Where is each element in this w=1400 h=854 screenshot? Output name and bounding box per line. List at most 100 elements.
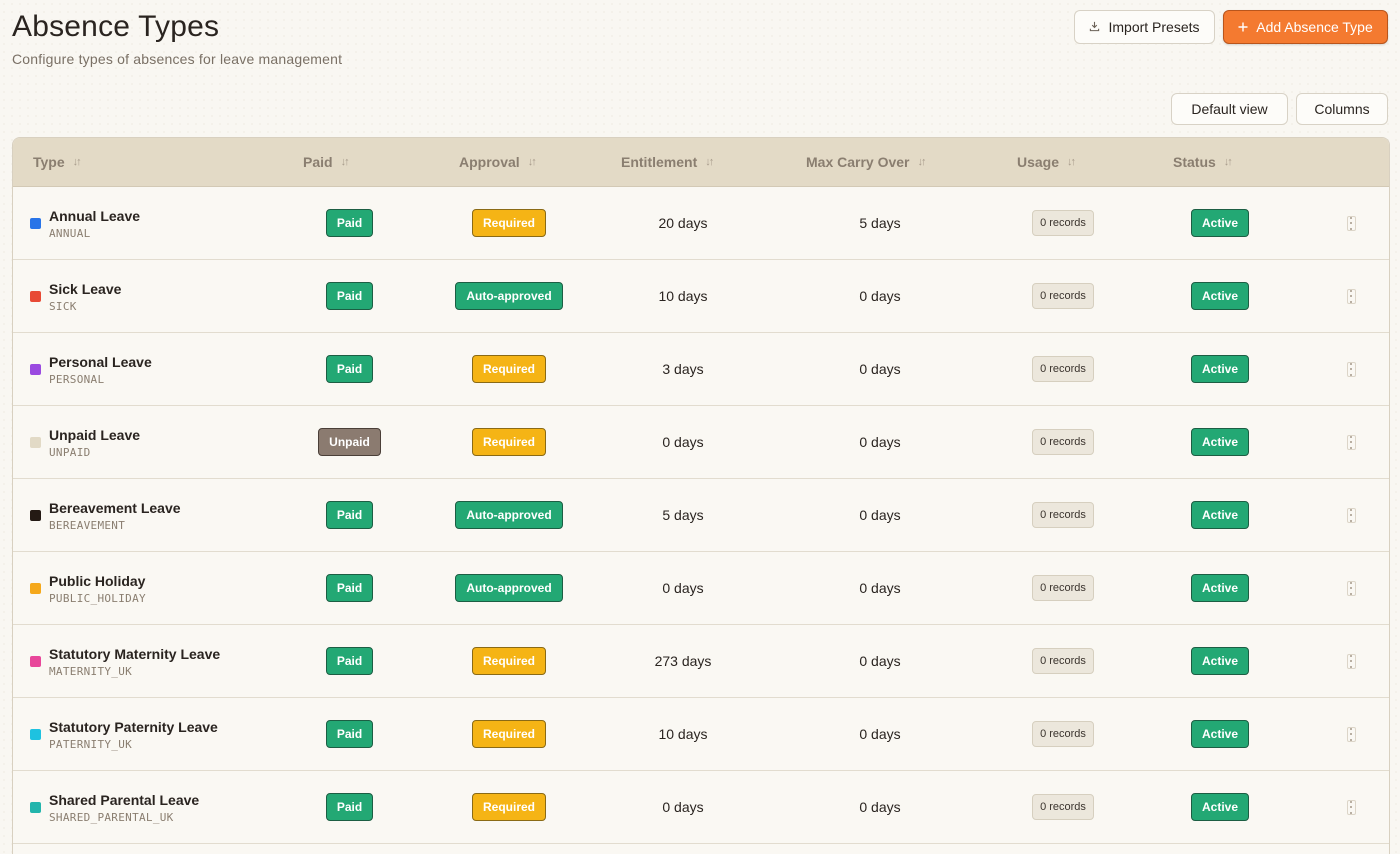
absence-type-name: Annual Leave	[49, 208, 141, 224]
table-row[interactable]: Public Holiday PUBLIC_HOLIDAY Paid Auto-app…	[13, 552, 1389, 625]
absence-type-code: MATERNITY_UK	[49, 665, 133, 678]
usage-records-badge: 0 records	[1032, 429, 1094, 455]
sort-icon: ↓↑	[1067, 156, 1076, 168]
entitlement-value: 20 days	[658, 215, 708, 231]
approval-badge: Required	[471, 793, 546, 821]
absence-type-code: SHARED_PARENTAL_UK	[49, 811, 174, 824]
entitlement-value: 0 days	[662, 580, 704, 596]
status-badge: Active	[1190, 501, 1250, 529]
more-actions-icon[interactable]	[1346, 580, 1356, 596]
more-actions-icon[interactable]	[1346, 361, 1356, 377]
entitlement-value: 0 days	[662, 799, 704, 815]
status-badge: Active	[1190, 355, 1250, 383]
column-header-status[interactable]: Status ↓↑	[1173, 138, 1233, 186]
sort-icon: ↓↑	[917, 156, 927, 168]
sort-icon: ↓↑	[705, 156, 714, 168]
page-subtitle: Configure types of absences for leave ma…	[12, 51, 343, 67]
absence-type-name: Shared Parental Leave	[49, 792, 200, 808]
more-actions-icon[interactable]	[1346, 434, 1356, 450]
more-actions-icon[interactable]	[1346, 726, 1356, 742]
color-swatch	[30, 510, 41, 521]
sort-icon: ↓↑	[527, 156, 537, 168]
usage-records-badge: 0 records	[1032, 502, 1094, 528]
table-row[interactable]: Sick Leave SICK Paid Auto-approved 10 days 0 …	[13, 260, 1389, 333]
more-actions-icon[interactable]	[1346, 215, 1356, 231]
add-absence-type-button[interactable]: Add Absence Type	[1223, 10, 1388, 44]
paid-badge: Paid	[325, 282, 374, 310]
page-title: Absence Types	[12, 10, 220, 43]
paid-badge: Unpaid	[318, 428, 381, 456]
color-swatch	[30, 218, 41, 229]
absence-type-code: SICK	[49, 300, 77, 313]
columns-button[interactable]: Columns	[1296, 93, 1388, 125]
absence-type-code: PATERNITY_UK	[49, 738, 133, 751]
usage-records-badge: 0 records	[1032, 648, 1094, 674]
column-header-max-carry-over[interactable]: Max Carry Over ↓↑	[806, 138, 927, 186]
paid-badge: Paid	[325, 793, 374, 821]
color-swatch	[30, 291, 41, 302]
column-header-paid[interactable]: Paid ↓↑	[303, 138, 350, 186]
status-badge: Active	[1190, 793, 1250, 821]
status-badge: Active	[1190, 647, 1250, 675]
entitlement-value: 10 days	[658, 726, 708, 742]
max-carry-over-value: 0 days	[859, 799, 901, 815]
column-header-label: Entitlement	[621, 154, 698, 170]
column-header-label: Status	[1173, 154, 1216, 170]
status-badge: Active	[1190, 574, 1250, 602]
column-header-entitlement[interactable]: Entitlement ↓↑	[621, 138, 714, 186]
max-carry-over-value: 0 days	[859, 726, 901, 742]
usage-records-badge: 0 records	[1032, 356, 1094, 382]
entitlement-value: 273 days	[654, 653, 712, 669]
max-carry-over-value: 0 days	[859, 580, 901, 596]
absence-type-name: Personal Leave	[49, 354, 152, 370]
table-row[interactable]: Statutory Paternity Leave PATERNITY_UK Pai…	[13, 698, 1389, 771]
paid-badge: Paid	[325, 574, 374, 602]
usage-records-badge: 0 records	[1032, 721, 1094, 747]
paid-badge: Paid	[325, 720, 374, 748]
color-swatch	[30, 729, 41, 740]
max-carry-over-value: 5 days	[859, 215, 901, 231]
absence-type-code: PUBLIC_HOLIDAY	[49, 592, 146, 605]
absence-type-name: Statutory Paternity Leave	[49, 719, 218, 735]
import-presets-label: Import Presets	[1108, 19, 1200, 35]
max-carry-over-value: 0 days	[859, 288, 901, 304]
column-header-label: Type	[33, 154, 65, 170]
approval-badge: Required	[471, 428, 546, 456]
default-view-button[interactable]: Default view	[1171, 93, 1288, 125]
absence-type-name: Statutory Maternity Leave	[49, 646, 221, 662]
approval-badge: Auto-approved	[455, 501, 563, 529]
absence-types-table: Type ↓↑ Paid ↓↑ Approval ↓↑ Entitlement …	[12, 137, 1390, 854]
column-header-label: Usage	[1017, 154, 1060, 170]
table-row[interactable]: Shared Parental Leave SHARED_PARENTAL_UK P…	[13, 771, 1389, 844]
status-badge: Active	[1190, 720, 1250, 748]
import-presets-button[interactable]: Import Presets	[1074, 10, 1215, 44]
color-swatch	[30, 583, 41, 594]
entitlement-value: 3 days	[662, 361, 704, 377]
download-icon	[1089, 19, 1100, 35]
usage-records-badge: 0 records	[1032, 575, 1094, 601]
table-row[interactable]: Bereavement Leave BEREAVEMENT Paid Auto-app…	[13, 479, 1389, 552]
absence-type-name: Unpaid Leave	[49, 427, 141, 443]
column-header-label: Paid	[303, 154, 333, 170]
paid-badge: Paid	[325, 209, 374, 237]
table-row[interactable]: Unpaid Leave UNPAID Unpaid Required 0 days 0 …	[13, 406, 1389, 479]
status-badge: Active	[1190, 282, 1250, 310]
max-carry-over-value: 0 days	[859, 361, 901, 377]
column-header-usage[interactable]: Usage ↓↑	[1017, 138, 1076, 186]
more-actions-icon[interactable]	[1346, 507, 1356, 523]
entitlement-value: 5 days	[662, 507, 704, 523]
table-row[interactable]: Personal Leave PERSONAL Paid Required 3 days…	[13, 333, 1389, 406]
usage-records-badge: 0 records	[1032, 794, 1094, 820]
column-header-approval[interactable]: Approval ↓↑	[459, 138, 537, 186]
color-swatch	[30, 437, 41, 448]
more-actions-icon[interactable]	[1346, 799, 1356, 815]
column-header-type[interactable]: Type ↓↑	[33, 138, 82, 186]
usage-records-badge: 0 records	[1032, 283, 1094, 309]
table-row[interactable]: Annual Leave ANNUAL Paid Required 20 days 5 d…	[13, 187, 1389, 260]
paid-badge: Paid	[325, 647, 374, 675]
table-row[interactable]: Statutory Maternity Leave MATERNITY_UK Pai…	[13, 625, 1389, 698]
more-actions-icon[interactable]	[1346, 653, 1356, 669]
absence-type-name: Public Holiday	[49, 573, 146, 589]
absence-type-code: BEREAVEMENT	[49, 519, 126, 532]
more-actions-icon[interactable]	[1346, 288, 1356, 304]
